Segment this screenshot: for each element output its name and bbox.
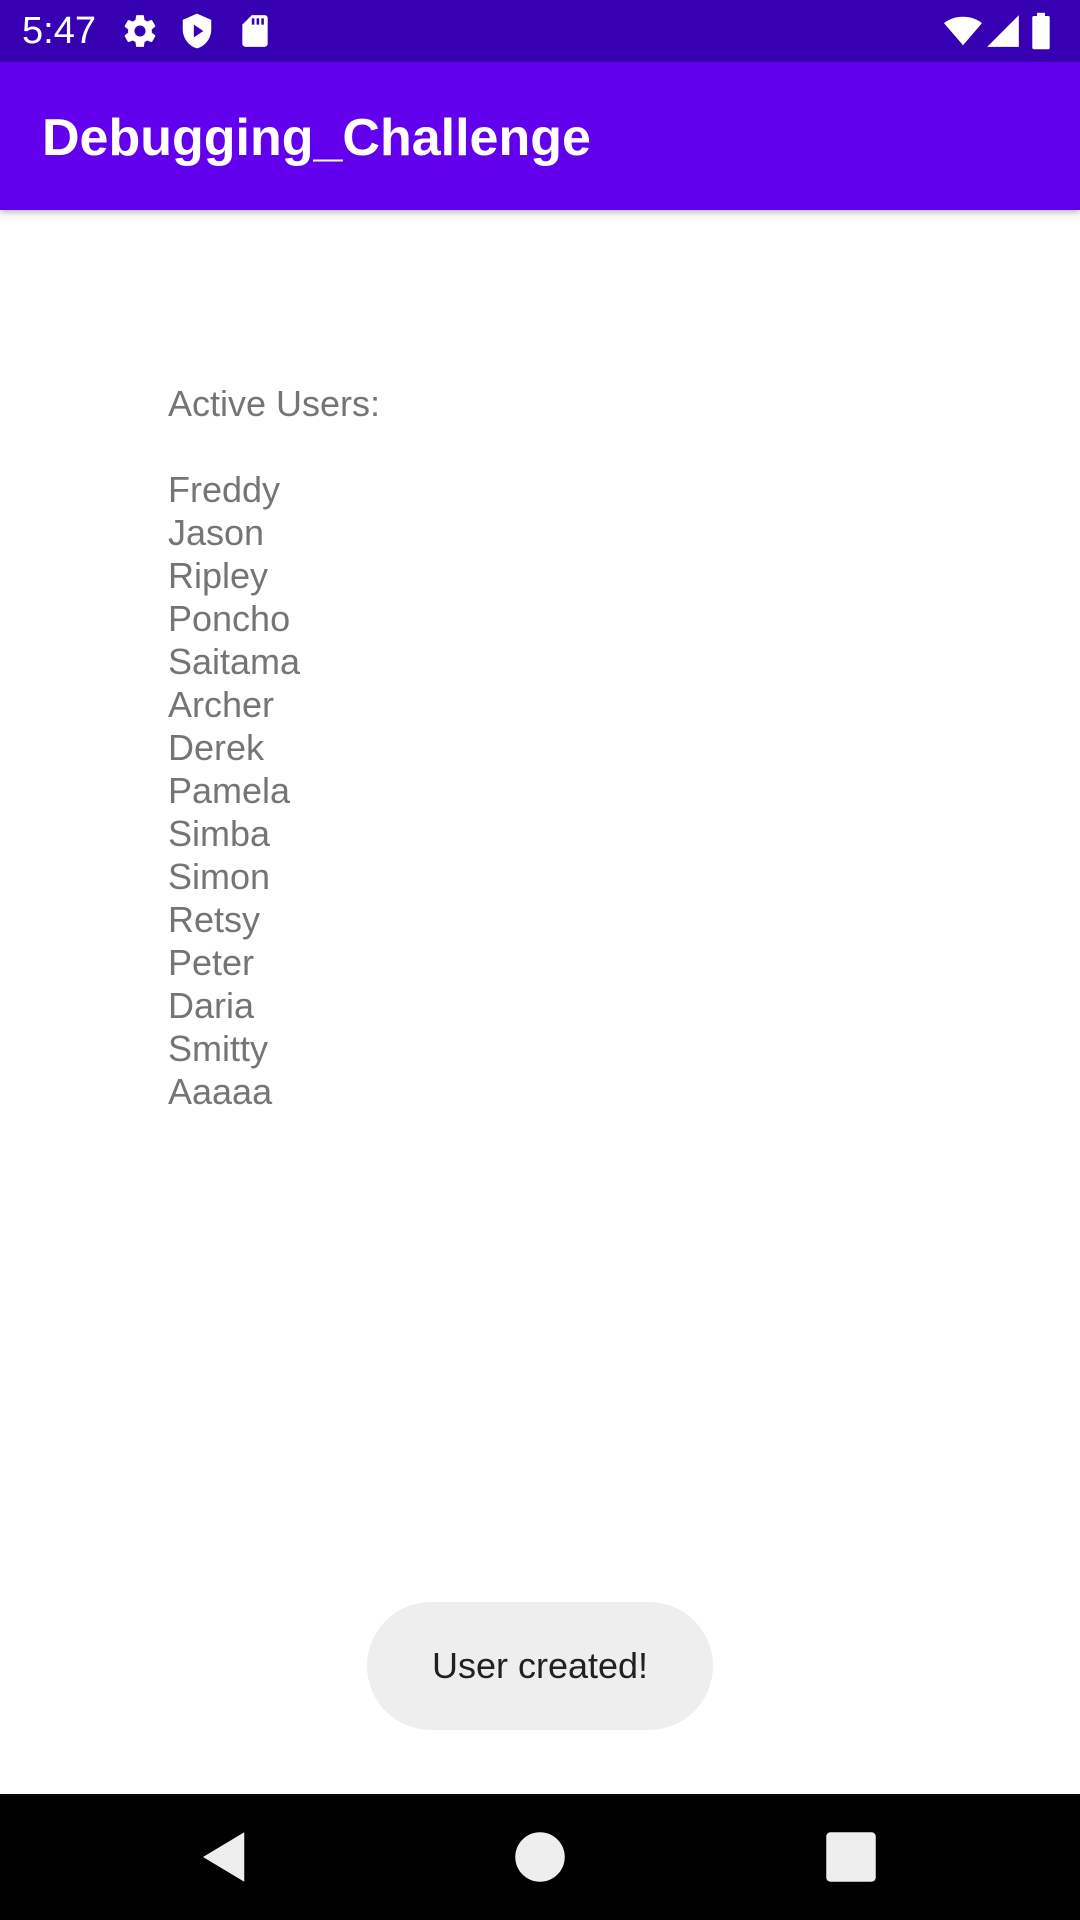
user-item: Simon xyxy=(168,856,271,897)
active-users-heading: Active Users: xyxy=(168,383,381,424)
user-item: Pamela xyxy=(168,770,291,811)
status-time: 5:47 xyxy=(22,10,96,52)
toast-message: User created! xyxy=(431,1645,649,1686)
user-item: Freddy xyxy=(168,469,281,510)
gear-icon xyxy=(121,12,159,50)
user-item: Ripley xyxy=(168,555,269,596)
user-item: Saitama xyxy=(168,641,301,682)
app-title: Debugging_Challenge xyxy=(42,109,591,167)
status-bar: 5:47 xyxy=(0,0,1080,62)
user-item: Simba xyxy=(168,813,271,854)
navigation-bar xyxy=(0,1794,1080,1920)
screen: 5:47 Debugging_Challenge Active Users: F… xyxy=(0,0,1080,1920)
user-item: Peter xyxy=(168,942,255,983)
user-item: Archer xyxy=(168,684,275,725)
user-item: Aaaaa xyxy=(168,1071,273,1112)
user-item: Daria xyxy=(168,985,255,1026)
home-icon[interactable] xyxy=(507,1824,573,1890)
user-item: Poncho xyxy=(168,598,291,639)
battery-icon xyxy=(1030,12,1052,50)
back-icon[interactable] xyxy=(192,1824,258,1890)
user-item: Smitty xyxy=(168,1028,269,1069)
shield-play-icon xyxy=(178,12,216,50)
signal-icon xyxy=(984,12,1022,50)
user-item: Retsy xyxy=(168,899,261,940)
user-item: Derek xyxy=(168,727,265,768)
sd-card-icon xyxy=(236,12,274,50)
users-panel: Active Users: Freddy Jason Ripley Poncho… xyxy=(168,382,968,1113)
wifi-icon xyxy=(944,12,982,50)
recents-icon[interactable] xyxy=(818,1824,884,1890)
app-bar: Debugging_Challenge xyxy=(0,62,1080,210)
users-list: Freddy Jason Ripley Poncho Saitama Arche… xyxy=(168,468,968,1113)
user-item: Jason xyxy=(168,512,265,553)
toast: User created! xyxy=(367,1602,713,1730)
